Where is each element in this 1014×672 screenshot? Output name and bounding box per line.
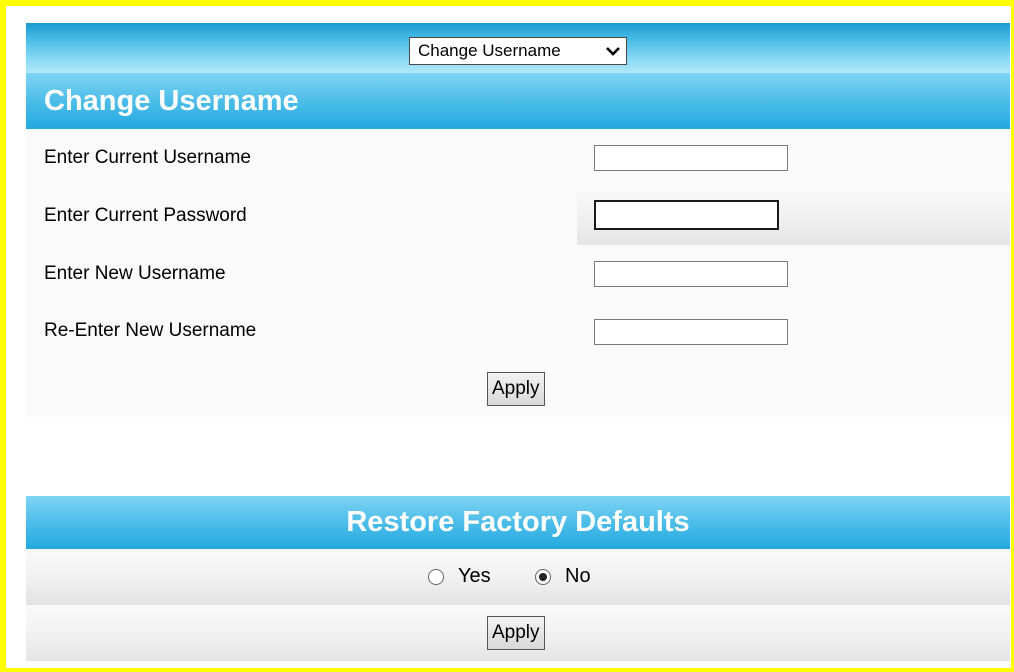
change-username-apply-button[interactable]: Apply bbox=[487, 372, 545, 406]
top-nav-bar: Change Username bbox=[26, 23, 1010, 73]
restore-defaults-header: Restore Factory Defaults bbox=[26, 496, 1010, 549]
new-username-input[interactable] bbox=[594, 261, 788, 287]
radio-no[interactable] bbox=[535, 568, 551, 585]
change-username-form: Enter Current Username Enter Current Pas… bbox=[26, 129, 1010, 417]
restore-defaults-options: Yes No bbox=[26, 549, 1010, 605]
current-username-label: Enter Current Username bbox=[44, 147, 251, 168]
content-container: Change Username Change Username Enter Cu… bbox=[26, 23, 1010, 661]
page-frame: Change Username Change Username Enter Cu… bbox=[0, 0, 1014, 672]
current-password-input[interactable] bbox=[594, 200, 779, 230]
chevron-down-icon bbox=[606, 47, 620, 56]
page-select-value: Change Username bbox=[418, 41, 561, 60]
restore-defaults-apply-button[interactable]: Apply bbox=[487, 616, 545, 650]
restore-no-label: No bbox=[565, 565, 591, 587]
restore-yes-option[interactable]: Yes bbox=[428, 565, 491, 588]
current-username-input[interactable] bbox=[594, 145, 788, 171]
reenter-username-input[interactable] bbox=[594, 319, 788, 345]
restore-apply-row: Apply bbox=[26, 605, 1010, 661]
reenter-username-label: Re-Enter New Username bbox=[44, 320, 257, 341]
restore-yes-label: Yes bbox=[458, 565, 491, 587]
radio-yes[interactable] bbox=[428, 568, 444, 585]
change-username-header: Change Username bbox=[26, 73, 1010, 129]
new-username-label: Enter New Username bbox=[44, 263, 226, 284]
current-password-label: Enter Current Password bbox=[44, 205, 247, 226]
page-select-dropdown[interactable]: Change Username bbox=[409, 37, 627, 65]
restore-no-option[interactable]: No bbox=[535, 565, 591, 588]
